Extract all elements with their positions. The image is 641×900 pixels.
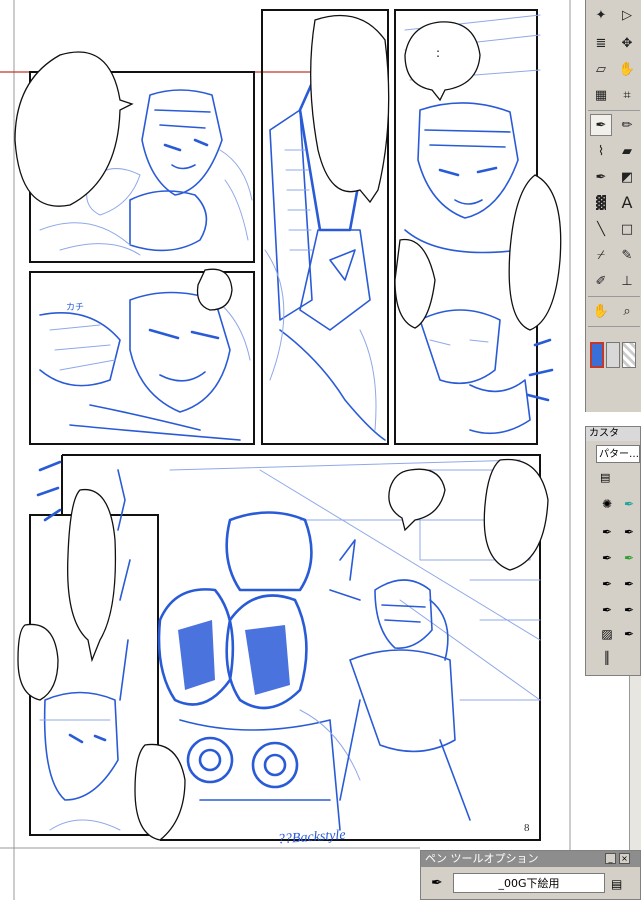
manga-page[interactable]: カチ [0,0,641,900]
transparent-color-swatch[interactable] [622,342,636,368]
rectangle-icon[interactable]: □ [616,218,638,240]
balloon-8 [17,623,59,701]
close-icon[interactable]: × [619,853,630,864]
foreground-color-swatch[interactable] [590,342,604,368]
palette-separator [588,326,640,327]
eraser-icon[interactable]: ▰ [616,140,638,162]
pattern-dropdown[interactable]: パター… [596,445,640,463]
pen-preset-icon[interactable]: ✒ [598,549,616,567]
pen-preset-icon[interactable]: ✒ [598,523,616,541]
custom-tools-panel: カスタ パター… ▤ ✺ ✒ ✒ ✒ ✒ ✒ ✒ ✒ ✒ ✒ ▨ ✒ ║ [585,426,641,676]
pen-preset-icon[interactable]: ✒ [431,875,443,891]
custom-panel-title: カスタ [586,427,640,441]
canvas-area[interactable]: カチ: 8 ??Backstyle [0,0,641,900]
palette-separator [588,110,640,111]
minimize-button[interactable]: _ [605,853,616,864]
balloon-10 [483,458,549,571]
grid-icon[interactable]: ▦ [590,84,612,106]
pen-tool-options-panel: ペン ツールオプション _ × ✒ _00G下絵用 ▤ [420,850,641,900]
pen-preset-icon[interactable]: ✒ [620,523,638,541]
crop-icon[interactable]: ⌗ [616,84,638,106]
pen-preset-icon[interactable]: ✒ [620,625,638,643]
zoom-icon[interactable]: ⌕ [616,300,638,322]
balloon-4 [196,268,233,311]
select-arrow-icon[interactable]: ▷ [616,4,638,26]
canvas-scrollbar[interactable] [629,676,641,856]
hatch-tone-icon[interactable]: ▨ [598,625,616,643]
balloon-9 [134,743,186,841]
gradient-icon[interactable]: ▓ [590,192,612,214]
pen-preset-icon[interactable]: ✒ [620,601,638,619]
text-icon[interactable]: A [616,192,638,214]
balloon-3 [404,21,481,102]
pen-preset-icon[interactable]: ✒ [598,601,616,619]
airbrush-icon[interactable]: ✺ [598,495,616,513]
panel-2-sketch: カチ [39,289,251,441]
pen-preset-name[interactable]: _00G下絵用 [453,873,605,893]
pen-preset-icon[interactable]: ✒ [598,575,616,593]
svg-text:カチ: カチ [66,302,84,313]
palette-separator [588,296,640,297]
bucket-icon[interactable]: ◩ [616,166,638,188]
fill-pen-icon[interactable]: ✒ [590,166,612,188]
ruler-pen-icon[interactable]: ✐ [590,270,612,292]
panel-5-frame [62,454,541,841]
balloon-3-text: : [436,46,441,60]
panel-5-sketch [157,459,541,831]
layer-stack-icon[interactable]: ≣ [590,32,612,54]
line-icon[interactable]: ╲ [590,218,612,240]
tool-palette: ✦ ▷ ≣ ✥ ▱ ✋ ▦ ⌗ ✒ ✏ ⌇ ▰ ✒ ◩ ▓ A ╲ □ ⌿ ✎ … [585,0,641,412]
stamp-icon[interactable]: ⊥ [616,270,638,292]
balloon-2 [310,14,390,204]
balloon-5 [508,174,562,331]
balloon-1 [14,51,134,207]
panel-menu-icon[interactable]: ▤ [600,471,610,484]
pen-preset-icon[interactable]: ✒ [620,575,638,593]
magic-wand-icon[interactable]: ✦ [590,4,612,26]
move-icon[interactable]: ✥ [616,32,638,54]
green-pen-icon[interactable]: ✒ [620,549,638,567]
brush-icon[interactable]: ⌇ [590,140,612,162]
page-number: 8 [524,822,530,834]
balloon-11 [388,468,446,532]
pen-icon[interactable]: ✒ [590,114,612,136]
eyedropper-icon[interactable]: ⌿ [590,244,612,266]
background-color-swatch[interactable] [606,342,620,368]
balloon-7 [67,488,117,663]
hand-icon[interactable]: ✋ [590,300,612,322]
tone-pen-icon[interactable]: ✎ [616,244,638,266]
transform-icon[interactable]: ▱ [590,58,612,80]
hand-grab-icon[interactable]: ✋ [616,58,638,80]
line-tone-icon[interactable]: ║ [598,649,616,667]
preset-menu-icon[interactable]: ▤ [611,877,622,891]
balloon-6 [394,238,436,329]
pencil-icon[interactable]: ✏ [616,114,638,136]
teal-pen-icon[interactable]: ✒ [620,495,638,513]
